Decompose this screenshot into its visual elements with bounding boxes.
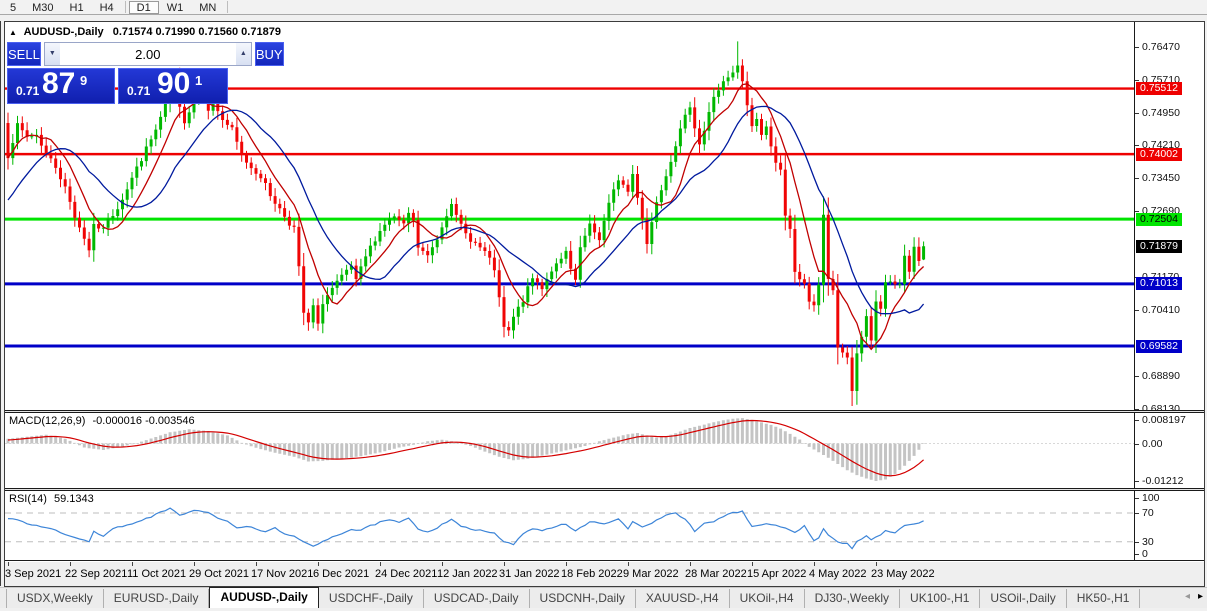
rsi-legend: RSI(14) 59.1343 — [9, 493, 94, 505]
window-edge — [0, 21, 1, 586]
tab-scroll-right-icon[interactable]: ▸ — [1198, 591, 1203, 602]
date-tick — [8, 562, 9, 566]
symbol-tab-usdxweekly[interactable]: USDX,Weekly — [6, 589, 104, 608]
date-tick — [194, 562, 195, 566]
symbol-tab-usdcnhdaily[interactable]: USDCNH-,Daily — [530, 589, 636, 608]
date-tick — [256, 562, 257, 566]
current-price-badge: 0.71879 — [1136, 239, 1182, 253]
symbol-tabbar: USDX,Weekly EURUSD-,Daily AUDUSD-,Daily USD… — [0, 587, 1207, 608]
one-click-trade-panel: SELL ▼ ▲ BUY 0.71 87 9 0.71 — [7, 42, 284, 104]
macd-signal-line — [7, 419, 924, 477]
date-label: 17 Nov 2021 — [251, 568, 314, 580]
rsi-line — [7, 507, 924, 550]
date-axis[interactable]: 3 Sep 2021 22 Sep 2021 11 Oct 2021 29 Oct 2… — [5, 562, 1204, 586]
macd-histogram — [6, 418, 926, 481]
symbol-tab-eurusddaily[interactable]: EURUSD-,Daily — [104, 589, 210, 608]
toolbar-separator — [124, 1, 126, 13]
down-candle-bodies — [6, 65, 921, 391]
toolbar-separator — [227, 1, 229, 13]
chart-title: ▲ AUDUSD-,Daily 0.71574 0.71990 0.71560 … — [9, 26, 281, 38]
sell-price-big-digits: 87 — [42, 67, 76, 100]
level-price-badge: 0.75512 — [1136, 82, 1182, 96]
symbol-tab-usoildaily[interactable]: USOil-,Daily — [980, 589, 1067, 608]
date-tick — [876, 562, 877, 566]
date-tick — [814, 562, 815, 566]
price-axis[interactable]: 0.76470 0.75710 0.74950 0.74210 0.73450 0.726… — [1134, 22, 1204, 415]
date-tick — [628, 562, 629, 566]
symbol-tab-uk100h1[interactable]: UK100-,H1 — [900, 589, 981, 608]
macd-legend: MACD(12,26,9) -0.000016 -0.003546 — [9, 415, 195, 427]
volume-input[interactable] — [59, 43, 236, 65]
date-tick — [380, 562, 381, 566]
timeframe-button-m30[interactable]: M30 — [24, 1, 61, 14]
date-tick — [70, 562, 71, 566]
chart-symbol-label: AUDUSD-,Daily — [23, 26, 104, 38]
date-tick — [566, 562, 567, 566]
sell-button[interactable]: SELL — [7, 42, 41, 66]
date-label: 3 Sep 2021 — [5, 568, 62, 580]
symbol-tab-dj30weekly[interactable]: DJ30-,Weekly — [805, 589, 901, 608]
date-tick — [132, 562, 133, 566]
date-label: 31 Jan 2022 — [499, 568, 560, 580]
buy-price-big-digits: 90 — [157, 67, 191, 100]
date-label: 29 Oct 2021 — [189, 568, 249, 580]
date-label: 24 Dec 2021 — [375, 568, 438, 580]
buy-button[interactable]: BUY — [254, 42, 284, 66]
trading-app: 5 M30 H1 H4 D1 W1 MN ▲ AUDUSD-,Daily 0.71574 0… — [0, 0, 1207, 611]
timeframe-button-h4[interactable]: H4 — [92, 1, 122, 14]
date-label: 23 May 2022 — [871, 568, 935, 580]
volume-spinner: ▼ ▲ — [43, 42, 252, 66]
timeframe-button-d1[interactable]: D1 — [128, 0, 159, 14]
rsi-panel[interactable]: RSI(14) 59.1343 — [5, 491, 1134, 560]
macd-axis: 0.008197 0.00 -0.01212 — [1134, 413, 1204, 488]
sell-price-box[interactable]: 0.71 87 9 — [7, 67, 115, 104]
date-tick — [504, 562, 505, 566]
date-tick — [442, 562, 443, 566]
collapse-trade-panel-icon[interactable]: ▲ — [9, 28, 17, 37]
chart-window: ▲ AUDUSD-,Daily 0.71574 0.71990 0.71560 … — [4, 21, 1205, 587]
volume-decrease-button[interactable]: ▼ — [44, 43, 60, 65]
date-label: 18 Feb 2022 — [561, 568, 623, 580]
date-label: 4 May 2022 — [809, 568, 867, 580]
level-price-badge: 0.69582 — [1136, 339, 1182, 353]
sell-price-prefix: 0.71 — [16, 84, 40, 98]
date-tick — [318, 562, 319, 566]
level-price-badge: 0.71013 — [1136, 277, 1182, 291]
date-tick — [752, 562, 753, 566]
timeframe-button-5[interactable]: 5 — [2, 1, 24, 14]
date-label: 28 Mar 2022 — [685, 568, 747, 580]
symbol-tab-xauusdh4[interactable]: XAUUSD-,H4 — [636, 589, 730, 608]
date-label: 6 Dec 2021 — [313, 568, 370, 580]
buy-price-pip-digit: 1 — [195, 73, 203, 88]
main-price-chart[interactable]: ▲ AUDUSD-,Daily 0.71574 0.71990 0.71560 … — [5, 22, 1134, 410]
symbol-tab-audusddaily[interactable]: AUDUSD-,Daily — [209, 587, 319, 608]
buy-price-prefix: 0.71 — [127, 84, 151, 98]
timeframe-button-h1[interactable]: H1 — [62, 1, 92, 14]
macd-panel[interactable]: MACD(12,26,9) -0.000016 -0.003546 — [5, 413, 1134, 488]
symbol-tab-hk50h1[interactable]: HK50-,H1 — [1067, 589, 1141, 608]
date-label: 22 Sep 2021 — [65, 568, 128, 580]
timeframe-button-w1[interactable]: W1 — [159, 1, 192, 14]
date-label: 12 Jan 2022 — [437, 568, 498, 580]
volume-increase-button[interactable]: ▲ — [235, 43, 251, 65]
symbol-tab-usdcaddaily[interactable]: USDCAD-,Daily — [424, 589, 530, 608]
sell-price-pip-digit: 9 — [80, 73, 88, 88]
down-candle-wicks — [7, 59, 920, 406]
tab-scroll-left-icon[interactable]: ◂ — [1185, 591, 1190, 602]
chart-ohlc-values: 0.71574 0.71990 0.71560 0.71879 — [112, 26, 281, 38]
date-label: 9 Mar 2022 — [623, 568, 679, 580]
tab-scroll-arrows: ◂ ▸ — [1185, 591, 1203, 602]
date-label: 15 Apr 2022 — [747, 568, 807, 580]
date-label: 11 Oct 2021 — [127, 568, 187, 580]
symbol-tab-ukoilh4[interactable]: UKOil-,H4 — [730, 589, 805, 608]
timeframe-button-mn[interactable]: MN — [191, 1, 224, 14]
symbol-tab-usdchfdaily[interactable]: USDCHF-,Daily — [319, 589, 424, 608]
rsi-axis: 100 70 30 0 — [1134, 491, 1204, 560]
buy-price-box[interactable]: 0.71 90 1 — [118, 67, 228, 104]
date-tick — [690, 562, 691, 566]
level-price-badge: 0.74002 — [1136, 147, 1182, 161]
level-price-badge: 0.72504 — [1136, 212, 1182, 226]
timeframe-toolbar: 5 M30 H1 H4 D1 W1 MN — [0, 0, 1207, 15]
axis-separator — [5, 560, 1204, 561]
